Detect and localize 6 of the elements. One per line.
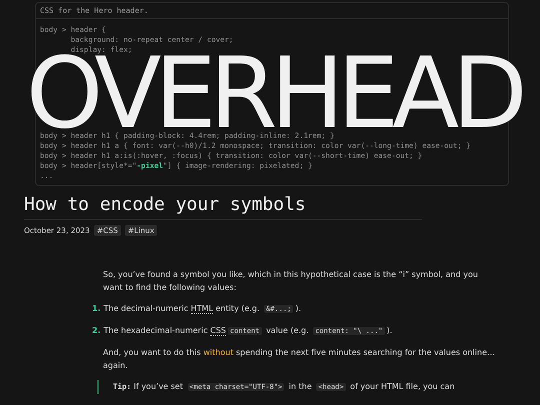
list-number: 1. (92, 303, 101, 315)
paragraph: So, you’ve found a symbol you like, which in this hypothetical case is the “i” symbol, and you want to find the following values: (103, 269, 479, 294)
article-title: How to encode your symbols (24, 194, 306, 215)
paragraph: And, you want to do this without spending the next five minutes searching for the values online… again. (103, 347, 496, 372)
site-title: OVERHEAD (26, 56, 522, 132)
list-number: 2. (92, 325, 101, 337)
